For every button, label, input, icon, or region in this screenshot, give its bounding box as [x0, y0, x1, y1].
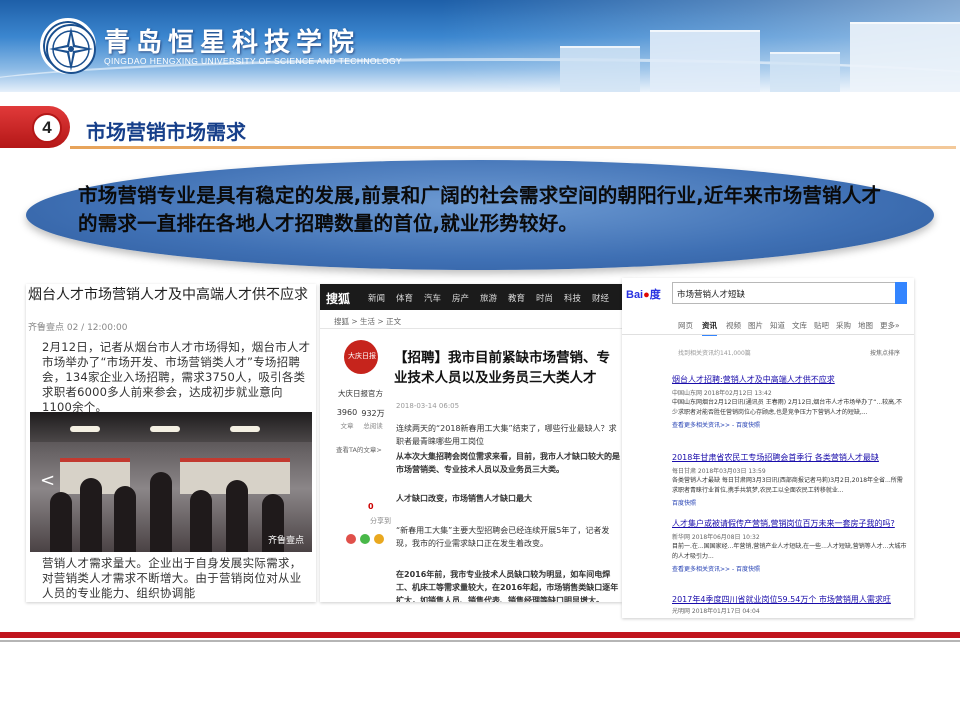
banner-building	[850, 22, 960, 92]
section-underline	[70, 146, 956, 149]
sohu-nav-item[interactable]: 房产	[452, 292, 469, 304]
sohu-nav-item[interactable]: 新闻	[368, 292, 385, 304]
baidu-result-title[interactable]: 人才集户或被请假传产营销,营销岗位百万未来一套房子我的吗?	[672, 518, 895, 529]
avatar-label: 大庆日报	[348, 352, 376, 360]
share-wechat-icon[interactable]	[360, 534, 370, 544]
baidu-search-input[interactable]: 市场营销人才短缺	[672, 282, 907, 304]
photo-light	[230, 426, 260, 432]
section-bar: 4 市场营销市场需求	[0, 104, 960, 150]
baidu-tab[interactable]: 网页	[678, 320, 693, 331]
sohu-view-articles-link[interactable]: 查看TA的文章>	[336, 444, 382, 454]
sohu-avatar[interactable]: 大庆日报	[344, 340, 378, 374]
sohu-divider	[320, 328, 622, 329]
baidu-result-count: 找到相关资讯约141,000篇	[678, 350, 751, 357]
baidu-search-button[interactable]	[895, 282, 907, 304]
baidu-result-snippet: 各类营销人才最缺 每日甘肃网3月3日讯(西部商报记者马莉)3月2日,2018年全…	[672, 477, 903, 494]
photo-light	[150, 426, 180, 432]
sohu-article-date: 2018-03-14 06:05	[396, 402, 460, 410]
baidu-tab[interactable]: 知道	[770, 320, 785, 331]
sohu-like-count: 0	[368, 502, 374, 511]
baidu-tab-more[interactable]: 更多»	[880, 320, 900, 331]
sohu-breadcrumb[interactable]: 搜狐 > 生活 > 正文	[334, 316, 401, 327]
sohu-paragraph: 从本次大集招聘会岗位需求来看，目前，我市人才缺口较大的是市场营销类、专业技术人员…	[396, 452, 620, 474]
baidu-search-query: 市场营销人才短缺	[677, 290, 746, 300]
news-paragraph: 2月12日，记者从烟台市人才市场得知，烟台市人才市场举办了“市场开发、市场营销类…	[42, 340, 311, 414]
share-weibo-icon[interactable]	[346, 534, 356, 544]
sohu-nav-item[interactable]: 科技	[564, 292, 581, 304]
baidu-sort-dropdown[interactable]: 按焦点排序	[870, 348, 900, 357]
sohu-article-title: 【招聘】我市目前紧缺市场营销、专业技术人员以及业务员三大类人才	[394, 350, 610, 386]
photo-person	[50, 492, 72, 552]
sohu-share-label: 分享到	[370, 517, 391, 525]
banner-building	[560, 46, 640, 92]
baidu-tab-divider	[622, 334, 914, 335]
school-name-en: QINGDAO HENGXING UNIVERSITY OF SCIENCE A…	[104, 56, 403, 66]
baidu-result-meta: 光明网 2018年01月17日 04:04	[672, 608, 760, 615]
sohu-nav-item[interactable]: 汽车	[424, 292, 441, 304]
school-logo-icon	[40, 18, 96, 74]
sohu-screenshot: 搜狐 新闻 体育 汽车 房产 旅游 教育 时尚 科技 财经 搜狐 > 生活 > …	[320, 284, 622, 602]
baidu-paw-icon: ●	[643, 289, 650, 301]
baidu-result-link[interactable]: 百度快照	[672, 498, 696, 507]
photo-watermark: 齐鲁壹点	[267, 536, 304, 546]
sohu-nav-item[interactable]: 财经	[592, 292, 609, 304]
photo-person	[226, 480, 248, 552]
sohu-stat-label: 总阅读	[363, 422, 383, 430]
sohu-stat-value: 932万	[361, 409, 385, 418]
sohu-paragraph: 在2016年前，我市专业技术人员缺口较为明显，如车间电焊工、机床工等需求量较大，…	[396, 570, 619, 602]
sohu-nav-item[interactable]: 教育	[508, 292, 525, 304]
sohu-account-name[interactable]: 大庆日报官方	[338, 388, 383, 399]
photo-prev-icon[interactable]: <	[40, 470, 55, 491]
baidu-result-link[interactable]: 查看更多相关资讯>> - 百度快照	[672, 420, 760, 429]
footer-rule-red	[0, 632, 960, 638]
sohu-nav-item[interactable]: 旅游	[480, 292, 497, 304]
baidu-result-title[interactable]: 2018年甘肃省农民工专场招聘会首季行 各类营销人才最缺	[672, 452, 879, 463]
callout-text: 市场营销专业是具有稳定的发展,前景和广阔的社会需求空间的朝阳行业,近年来市场营销…	[78, 184, 882, 235]
photo-light	[70, 426, 100, 432]
photo-person	[150, 472, 172, 552]
baidu-result-link[interactable]: 查看更多相关资讯>> - 百度快照	[672, 564, 760, 573]
baidu-logo-text-2: 度	[649, 289, 661, 301]
baidu-result-meta: 新华网 2018年06月08日 10:32	[672, 534, 760, 541]
baidu-tab[interactable]: 图片	[748, 320, 763, 331]
sohu-nav-item[interactable]: 体育	[396, 292, 413, 304]
section-title: 市场营销市场需求	[86, 120, 246, 144]
baidu-tab[interactable]: 采购	[836, 320, 851, 331]
news-photo: < 齐鲁壹点	[30, 412, 312, 552]
footer-rule-gray	[0, 640, 960, 642]
sohu-paragraph: 连续两天的“2018新春用工大集”结束了，哪些行业最缺人？求职者最青睐哪些用工岗…	[396, 424, 617, 446]
baidu-result-title[interactable]: 烟台人才招聘:营销人才及中高端人才供不应求	[672, 374, 835, 385]
sohu-paragraph: “新春用工大集”主要大型招聘会已经连续开展5年了，记者发现，我市的行业需求缺口正…	[396, 526, 610, 548]
baidu-result-meta: 中国山东网 2018年02月12日 13:42	[672, 390, 772, 397]
news-paragraph-2: 营销人才需求量大。企业出于自身发展实际需求，对营销类人才需求不断增大。由于营销岗…	[42, 556, 302, 600]
sohu-brand[interactable]: 搜狐	[326, 290, 350, 307]
baidu-result-title[interactable]: 2017年4季度四川省就业岗位59.54万个 市场营销用人需求旺	[672, 594, 891, 605]
school-name-cn: 青岛恒星科技学院	[104, 28, 361, 58]
sohu-paragraph: 人才缺口改变，市场销售人才缺口最大	[396, 494, 532, 503]
photo-person	[80, 478, 102, 552]
share-qzone-icon[interactable]	[374, 534, 384, 544]
banner-building	[650, 30, 760, 92]
baidu-result-snippet: 中国山东网烟台2月12日讯(通讯员 王春雨) 2月12日,烟台市人才市场举办了“…	[672, 399, 903, 416]
baidu-logo-text: Bai	[626, 289, 644, 301]
photo-person	[190, 490, 212, 552]
baidu-tab[interactable]: 地图	[858, 320, 873, 331]
baidu-tab[interactable]: 视频	[726, 320, 741, 331]
section-number: 4	[32, 113, 62, 143]
news-headline: 烟台人才市场营销人才及中高端人才供不应求	[28, 287, 308, 303]
news-screenshot: 烟台人才市场营销人才及中高端人才供不应求 齐鲁壹点 02 / 12:00:00 …	[26, 284, 316, 602]
baidu-screenshot: Bai●度 市场营销人才短缺 网页 资讯 视频 图片 知道 文库 贴吧 采购 地…	[622, 278, 914, 618]
sohu-nav-item[interactable]: 时尚	[536, 292, 553, 304]
photo-person	[114, 486, 136, 552]
baidu-result-meta: 每日甘肃 2018年03月03日 13:59	[672, 468, 766, 475]
sohu-nav-bar: 搜狐 新闻 体育 汽车 房产 旅游 教育 时尚 科技 财经	[320, 284, 622, 310]
news-meta: 齐鲁壹点 02 / 12:00:00	[28, 323, 128, 333]
baidu-result-snippet: 目前一.在...国国家经...年营销,营销产业人才短缺,在一些...人才短缺,营…	[672, 543, 907, 560]
baidu-tab[interactable]: 贴吧	[814, 320, 829, 331]
banner-building	[770, 52, 840, 92]
baidu-logo[interactable]: Bai●度	[626, 286, 661, 302]
baidu-tab[interactable]: 文库	[792, 320, 807, 331]
